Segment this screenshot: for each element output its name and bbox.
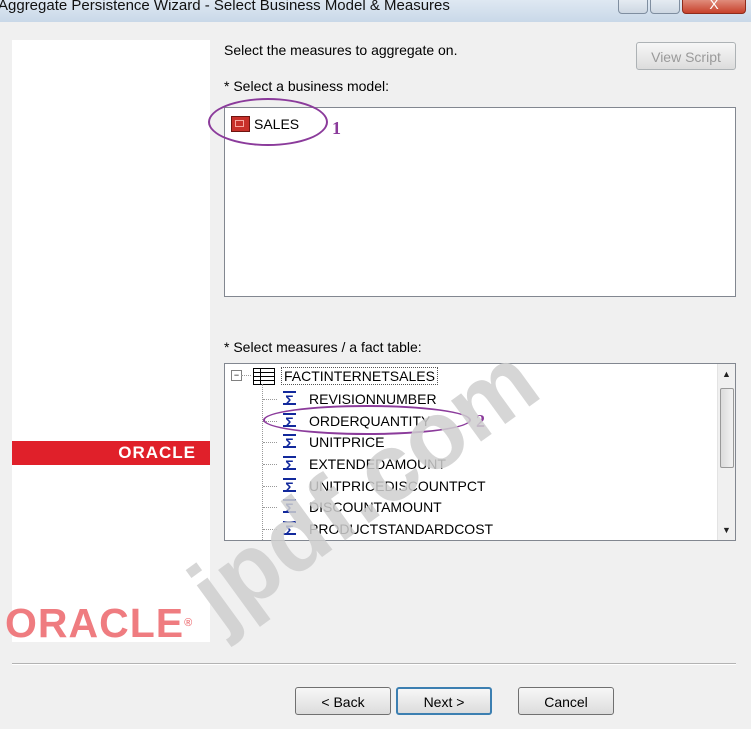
oracle-large-logo: ORACLE® (5, 600, 193, 646)
oracle-large-logo-text: ORACLE (5, 600, 185, 646)
annotation-marker-1: 1 (332, 118, 341, 138)
cancel-button[interactable]: Cancel (518, 687, 614, 715)
measure-sigma-icon: Σ (283, 391, 296, 407)
tree-connector (241, 375, 251, 376)
close-button[interactable]: X (682, 0, 746, 14)
measure-sigma-icon: Σ (283, 434, 296, 450)
measures-label: * Select measures / a fact table: (224, 339, 422, 355)
next-button[interactable]: Next > (396, 687, 492, 715)
window-title: Aggregate Persistence Wizard - Select Bu… (0, 0, 450, 14)
scroll-down-arrow-icon[interactable]: ▼ (719, 522, 734, 538)
business-model-label: * Select a business model: (224, 78, 389, 94)
scroll-up-arrow-icon[interactable]: ▲ (719, 366, 734, 382)
back-button[interactable]: < Back (295, 687, 391, 715)
close-icon: X (709, 0, 719, 12)
measure-sigma-icon: Σ (283, 456, 296, 472)
title-bar: Aggregate Persistence Wizard - Select Bu… (0, 0, 751, 22)
scrollbar-thumb[interactable] (720, 388, 734, 468)
registered-mark: ® (184, 617, 194, 629)
view-script-button[interactable]: View Script (636, 42, 736, 70)
minimize-button[interactable] (618, 0, 648, 14)
tree-connector (263, 442, 277, 443)
tree-connector (263, 399, 277, 400)
oracle-banner: ORACLE (12, 441, 210, 465)
annotation-ellipse-1 (208, 98, 328, 146)
fact-table-icon (253, 368, 275, 385)
tree-connector (263, 464, 277, 465)
maximize-button[interactable] (650, 0, 680, 14)
instruction-text: Select the measures to aggregate on. (224, 42, 458, 58)
measures-scrollbar[interactable]: ▲ ▼ (717, 364, 735, 540)
oracle-banner-logo: ORACLE (118, 443, 196, 462)
footer-separator (12, 663, 736, 665)
